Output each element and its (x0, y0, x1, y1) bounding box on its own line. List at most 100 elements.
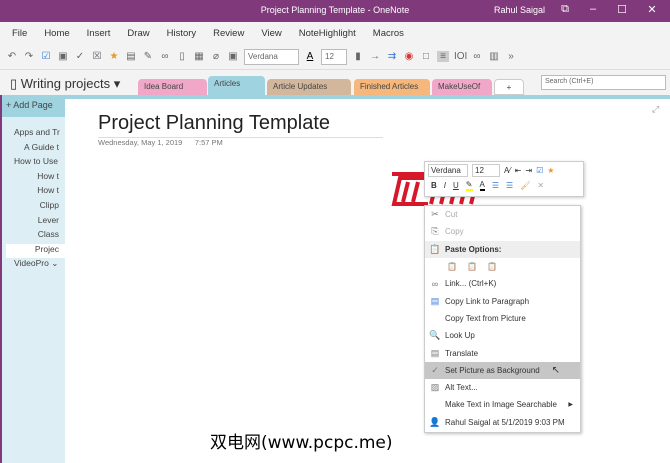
add-page-button[interactable]: + Add Page (2, 95, 65, 117)
menu-item-translate[interactable]: ▤ Translate (425, 344, 580, 361)
watermark: 双电网(www.pcpc.me) (210, 433, 393, 453)
file-icon[interactable]: ▯ (176, 51, 188, 62)
read-aloud-icon[interactable]: ≡ (437, 51, 449, 62)
menu-item-link[interactable]: ∞ Link... (Ctrl+K) (425, 275, 580, 292)
notebook-selector[interactable]: ▯ Writing projects ▾ (10, 76, 120, 92)
underline-icon[interactable]: U (453, 181, 459, 190)
page-item[interactable]: Lever (2, 215, 65, 230)
pen-icon[interactable]: ✎ (142, 51, 154, 62)
redo-icon[interactable]: ↷ (23, 51, 35, 62)
page-title[interactable]: Project Planning Template (98, 112, 383, 138)
screenshot-icon[interactable]: ▤ (125, 51, 137, 62)
page-item[interactable]: A Guide t (2, 142, 65, 157)
label: Make Text in Image Searchable (445, 400, 557, 410)
menu-notehighlight[interactable]: NoteHighlight (299, 28, 356, 39)
paste-options-row: 📋 📋 📋 (425, 258, 580, 275)
check-icon[interactable]: ✓ (74, 51, 86, 62)
menu-insert[interactable]: Insert (87, 28, 111, 39)
expand-icon[interactable]: ⤢ (652, 104, 659, 115)
tab-articles[interactable]: Articles (208, 76, 265, 95)
table-icon[interactable]: ▦ (193, 51, 205, 62)
arrow-right-icon[interactable]: → (369, 51, 381, 62)
tag-icon[interactable]: ▣ (57, 51, 69, 62)
menu-item-author[interactable]: 👤 Rahul Saigal at 5/1/2019 9:03 PM (425, 414, 580, 431)
person-icon: 👤 (429, 416, 441, 427)
menu-item-alt-text[interactable]: ▨ Alt Text... (425, 379, 580, 396)
menu-macros[interactable]: Macros (373, 28, 404, 39)
undo-icon[interactable]: ↶ (6, 51, 18, 62)
add-page-label: Add Page (13, 100, 53, 110)
restore-ribbon-icon[interactable]: ⧉ (555, 3, 575, 16)
glasses-icon[interactable]: ∞ (471, 51, 483, 62)
attach-icon[interactable]: ⌀ (210, 51, 222, 62)
todo-icon[interactable]: ☑ (536, 166, 543, 175)
page-item[interactable]: How t (2, 171, 65, 186)
menu-item-copy-link[interactable]: ▤ Copy Link to Paragraph (425, 292, 580, 309)
menu-item-copy[interactable]: ⎘ Copy (425, 223, 580, 240)
menu-item-look-up[interactable]: 🔍 Look Up (425, 327, 580, 344)
paste-keep-format-icon[interactable]: 📋 (447, 262, 457, 271)
font-size-select[interactable]: 12 (321, 48, 347, 65)
book-icon[interactable]: ▮ (352, 51, 364, 62)
page-item[interactable]: Class (2, 229, 65, 244)
indent-icon[interactable]: ⇥ (525, 166, 532, 175)
menu-draw[interactable]: Draw (127, 28, 149, 39)
label: Look Up (445, 331, 475, 341)
menu-view[interactable]: View (261, 28, 281, 39)
tab-makeuseof[interactable]: MakeUseOf (432, 79, 492, 95)
add-section-button[interactable]: + (494, 79, 524, 95)
ioi-icon[interactable]: IOI (454, 51, 467, 62)
page-item[interactable]: Apps and Tr (2, 127, 65, 142)
clear-format-icon[interactable]: ✕ (537, 181, 544, 190)
paste-text-only-icon[interactable]: 📋 (487, 262, 497, 271)
italic-icon[interactable]: I (444, 181, 446, 190)
menu-item-cut[interactable]: ✂ Cut (425, 206, 580, 223)
styles-icon[interactable]: A⁄ (504, 166, 511, 175)
mini-font-select[interactable]: Verdana (428, 164, 468, 177)
more-icon[interactable]: » (505, 51, 517, 62)
highlight-icon[interactable]: ✎ (465, 180, 473, 191)
panel-icon[interactable]: ▥ (488, 51, 500, 62)
page-item-active[interactable]: Projec (6, 243, 65, 259)
search-input[interactable]: Search (Ctrl+E) (541, 75, 666, 90)
font-color-icon[interactable]: A (304, 51, 316, 62)
tab-idea-board[interactable]: Idea Board (138, 79, 207, 95)
font-color-icon[interactable]: A (479, 180, 485, 191)
numbering-icon[interactable]: ☰ (506, 181, 513, 190)
mini-size-select[interactable]: 12 (472, 164, 500, 177)
menu-item-copy-text[interactable]: Copy Text from Picture (425, 310, 580, 327)
menu-item-make-searchable[interactable]: Make Text in Image Searchable ▶ (425, 396, 580, 413)
square-icon[interactable]: □ (420, 51, 432, 62)
font-select[interactable]: Verdana (244, 48, 299, 65)
page-item-group[interactable]: VideoPro ⌄ (2, 258, 65, 273)
label: Set Picture as Background (445, 365, 540, 375)
close-button[interactable]: ✕ (642, 3, 662, 16)
page-item[interactable]: How to Use (2, 156, 65, 171)
format-painter-icon[interactable]: 🖌 (520, 181, 530, 190)
star-tag-icon[interactable]: ★ (108, 51, 120, 62)
bullets-icon[interactable]: ☰ (492, 181, 499, 190)
outdent-icon[interactable]: ⇤ (515, 166, 522, 175)
menu-review[interactable]: Review (213, 28, 244, 39)
tab-finished-articles[interactable]: Finished Articles (354, 79, 430, 95)
page-item[interactable]: Clipp (2, 200, 65, 215)
link-icon[interactable]: ∞ (159, 51, 171, 62)
menu-file[interactable]: File (12, 28, 27, 39)
todo-tag-icon[interactable]: ☑ (40, 51, 52, 62)
user-name[interactable]: Rahul Saigal (494, 5, 545, 15)
menu-home[interactable]: Home (44, 28, 69, 39)
tab-article-updates[interactable]: Article Updates (267, 79, 351, 95)
record-icon[interactable]: ◉ (403, 51, 415, 62)
paste-merge-icon[interactable]: 📋 (467, 262, 477, 271)
page-item[interactable]: How t (2, 185, 65, 200)
chevron-down-icon: ⌄ (51, 258, 59, 269)
checkbox-x-icon[interactable]: ☒ (91, 51, 103, 62)
indent-icon[interactable]: ⇉ (386, 51, 398, 62)
menu-history[interactable]: History (167, 28, 197, 39)
bold-icon[interactable]: B (431, 181, 437, 190)
menu-item-set-background[interactable]: ✓ Set Picture as Background ↖ (425, 361, 580, 379)
maximize-button[interactable]: ☐ (612, 3, 632, 16)
outlook-icon[interactable]: ▣ (227, 51, 239, 62)
minimize-button[interactable]: – (583, 3, 603, 15)
tag-star-icon[interactable]: ★ (547, 166, 554, 175)
